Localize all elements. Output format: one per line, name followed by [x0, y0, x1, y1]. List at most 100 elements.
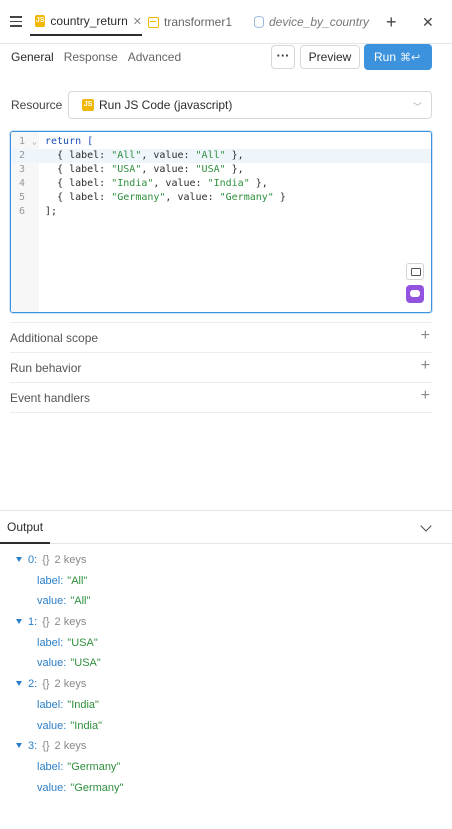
line-number: 1 — [19, 136, 26, 147]
plus-icon[interactable]: + — [421, 387, 430, 405]
tree-node[interactable]: 3: {} 2 keys — [16, 739, 86, 753]
entry-key: label: — [37, 761, 64, 773]
database-icon — [254, 16, 264, 28]
line-number: 3 — [19, 164, 26, 175]
object-brace: {} — [42, 554, 50, 566]
tree-entry: label: "Germany" — [37, 760, 120, 774]
tree-entry: value: "USA" — [37, 656, 101, 670]
node-index: 0: — [28, 554, 38, 566]
resource-label: Resource — [11, 98, 63, 112]
object-brace: {} — [42, 678, 50, 690]
tab-device-by-country[interactable]: device_by_country — [254, 8, 374, 36]
line-number: 2 — [19, 150, 26, 161]
ai-assistant-icon[interactable] — [406, 285, 424, 303]
tree-node[interactable]: 0: {} 2 keys — [16, 553, 86, 567]
section-label: Run behavior — [10, 361, 82, 375]
entry-key: value: — [37, 782, 67, 794]
tree-entry: value: "All" — [37, 594, 90, 608]
expand-triangle-icon[interactable] — [16, 681, 22, 686]
tab-country-return[interactable]: JS country_return ✕ — [30, 8, 142, 36]
tree-entry: value: "India" — [37, 719, 102, 733]
add-tab-icon[interactable]: + — [386, 13, 397, 31]
node-index: 2: — [28, 678, 38, 690]
code-text: return [ — [45, 136, 94, 147]
line-number: 6 — [19, 206, 26, 217]
code-line[interactable]: 1 ⌄ return [ — [11, 135, 431, 149]
output-header: Output — [0, 510, 452, 544]
tab-label: country_return — [50, 14, 128, 28]
code-text: { label: "India", value: "India" }, — [45, 178, 268, 189]
tab-general[interactable]: General — [11, 50, 54, 64]
key-count: 2 keys — [54, 740, 87, 752]
key-count: 2 keys — [54, 616, 87, 628]
code-editor[interactable]: 1 ⌄ return [ 2 { label: "All", value: "A… — [10, 131, 432, 313]
entry-value: "Germany" — [67, 761, 121, 773]
entry-value: "USA" — [67, 637, 98, 649]
tab-advanced[interactable]: Advanced — [128, 50, 181, 64]
preview-button[interactable]: Preview — [300, 45, 360, 69]
js-file-icon: JS — [35, 15, 46, 27]
run-label: Run — [374, 50, 397, 64]
tab-label: transformer1 — [164, 15, 233, 29]
run-button[interactable]: Run ⌘↩ — [364, 44, 432, 70]
query-tab-bar: JS country_return ✕ transformer1 device_… — [0, 0, 452, 44]
node-index: 3: — [28, 740, 38, 752]
entry-key: value: — [37, 720, 67, 732]
comment-toggle-icon[interactable] — [406, 263, 424, 280]
tab-transformer1[interactable]: transformer1 — [148, 8, 248, 36]
tree-entry: label: "All" — [37, 574, 87, 588]
code-line[interactable]: 5 { label: "Germany", value: "Germany" } — [11, 191, 431, 205]
section-label: Additional scope — [10, 331, 99, 345]
tab-output[interactable]: Output — [0, 511, 51, 544]
code-text: { label: "Germany", value: "Germany" } — [45, 192, 286, 203]
section-additional-scope[interactable]: Additional scope + — [10, 322, 432, 352]
close-panel-icon[interactable]: ✕ — [422, 13, 434, 31]
code-line[interactable]: 4 { label: "India", value: "India" }, — [11, 177, 431, 191]
section-event-handlers[interactable]: Event handlers + — [10, 382, 432, 413]
plus-icon[interactable]: + — [421, 357, 430, 375]
expand-triangle-icon[interactable] — [16, 557, 22, 562]
hamburger-menu-icon[interactable] — [10, 16, 22, 27]
close-tab-icon[interactable]: ✕ — [133, 15, 142, 28]
tree-entry: value: "Germany" — [37, 781, 123, 795]
section-run-behavior[interactable]: Run behavior + — [10, 352, 432, 382]
line-number: 5 — [19, 192, 26, 203]
object-brace: {} — [42, 616, 50, 628]
code-text: ]; — [45, 206, 58, 217]
code-line[interactable]: 6 ]; — [11, 205, 431, 219]
entry-value: "All" — [70, 595, 91, 607]
code-line[interactable]: 3 { label: "USA", value: "USA" }, — [11, 163, 431, 177]
code-line-active[interactable]: 2 { label: "All", value: "All" }, — [11, 149, 431, 163]
entry-key: label: — [37, 637, 64, 649]
entry-key: label: — [37, 575, 64, 587]
entry-value: "USA" — [70, 657, 101, 669]
code-text: { label: "USA", value: "USA" }, — [45, 164, 244, 175]
run-shortcut: ⌘↩ — [400, 52, 421, 64]
object-brace: {} — [42, 740, 50, 752]
tree-node[interactable]: 2: {} 2 keys — [16, 677, 86, 691]
chevron-down-icon[interactable] — [420, 520, 432, 532]
resource-value: Run JS Code (javascript) — [99, 98, 233, 112]
key-count: 2 keys — [54, 678, 87, 690]
tab-label: device_by_country — [269, 15, 370, 29]
expand-triangle-icon[interactable] — [16, 619, 22, 624]
tree-node[interactable]: 1: {} 2 keys — [16, 615, 86, 629]
js-file-icon: JS — [82, 99, 94, 111]
entry-value: "Germany" — [70, 782, 124, 794]
tab-response[interactable]: Response — [64, 50, 118, 64]
node-index: 1: — [28, 616, 38, 628]
transformer-icon — [148, 16, 159, 28]
entry-key: value: — [37, 595, 67, 607]
chevron-down-icon: ﹀ — [412, 102, 422, 112]
line-number: 4 — [19, 178, 26, 189]
tree-entry: label: "India" — [37, 698, 99, 712]
tree-entry: label: "USA" — [37, 636, 98, 650]
plus-icon[interactable]: + — [421, 327, 430, 345]
entry-value: "All" — [67, 575, 88, 587]
resource-select[interactable]: JS Run JS Code (javascript) ﹀ — [68, 91, 432, 119]
fold-chevron-icon[interactable]: ⌄ — [32, 135, 37, 149]
expand-triangle-icon[interactable] — [16, 743, 22, 748]
more-options-button[interactable]: ··· — [271, 45, 295, 69]
query-subnav: General Response Advanced — [11, 50, 181, 64]
section-label: Event handlers — [10, 391, 91, 405]
